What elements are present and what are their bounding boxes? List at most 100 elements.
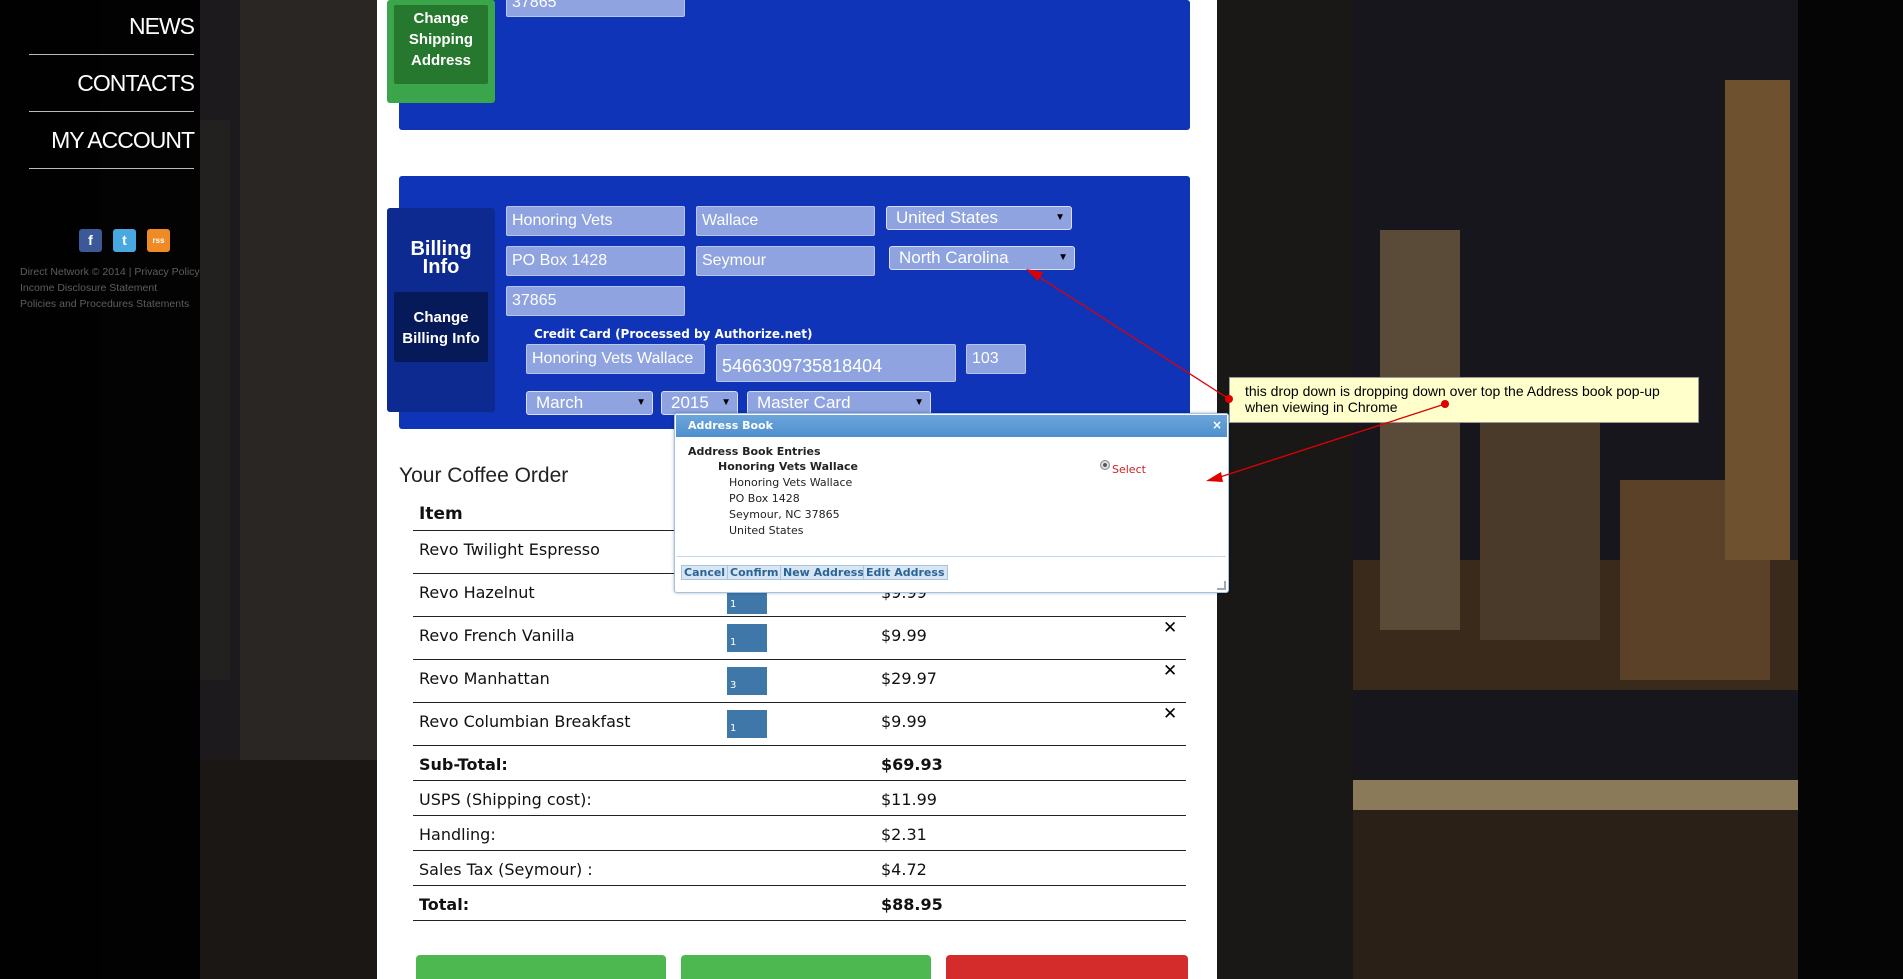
total-row: Total: $88.95 [413, 886, 1186, 921]
action-button-green-1[interactable] [416, 955, 666, 979]
billing-title-text: Info [422, 256, 460, 278]
chevron-down-icon: ▼ [636, 397, 646, 408]
table-row: Revo Manhattan $29.97 [413, 660, 1186, 703]
change-shipping-label: Change [413, 10, 469, 27]
twitter-icon[interactable]: t [113, 229, 136, 252]
nav-my-account[interactable]: MY ACCOUNT [28, 127, 195, 154]
remove-item-icon[interactable]: ✕ [1163, 661, 1177, 681]
nav-divider [29, 54, 194, 55]
address-book-dialog: Address Book × Address Book Entries Hono… [674, 413, 1229, 593]
exp-month-select[interactable]: March ▼ [526, 391, 653, 415]
row-item-price: $29.97 [881, 669, 937, 688]
remove-item-icon[interactable]: ✕ [1163, 704, 1177, 724]
nav-divider [29, 111, 194, 112]
confirm-button[interactable]: Confirm [727, 565, 782, 580]
quantity-field[interactable]: 1 [727, 710, 767, 738]
annotation-line: this drop down is dropping down over top… [1245, 383, 1660, 399]
quantity-field[interactable]: 3 [727, 667, 767, 695]
address-line: United States [729, 524, 804, 537]
card-type-value: Master Card [757, 393, 851, 412]
sales-tax-label: Sales Tax (Seymour) : [419, 860, 593, 879]
billing-last-name-field[interactable]: Wallace [696, 206, 875, 236]
order-title: Your Coffee Order [399, 464, 569, 487]
action-button-green-2[interactable] [681, 955, 931, 979]
nav-contacts[interactable]: CONTACTS [28, 70, 195, 97]
sales-tax-value: $4.72 [881, 860, 927, 879]
shipping-zip-field[interactable]: 37865 [506, 0, 685, 17]
dialog-titlebar: Address Book × [676, 415, 1227, 437]
shipping-panel [399, 0, 1190, 130]
cc-cvv-field[interactable]: 103 [966, 344, 1026, 374]
shipping-cost-row: USPS (Shipping cost): $11.99 [413, 781, 1186, 816]
select-address-radio[interactable] [1100, 460, 1110, 470]
change-shipping-label: Address [410, 52, 472, 69]
change-billing-label: Billing Info [402, 330, 480, 347]
billing-state-select[interactable]: North Carolina ▼ [889, 246, 1075, 270]
billing-zip-field[interactable]: 37865 [506, 286, 685, 316]
change-billing-button[interactable]: Change Billing Info [394, 292, 488, 362]
annotation-line: when viewing in Chrome [1245, 399, 1398, 415]
card-type-select[interactable]: Master Card ▼ [747, 391, 931, 415]
nav-divider [29, 168, 194, 169]
dialog-divider [677, 556, 1226, 557]
row-item-name: Revo French Vanilla [419, 626, 575, 645]
billing-state-value: North Carolina [899, 248, 1009, 267]
subtotal-row: Sub-Total: $69.93 [413, 746, 1186, 781]
handling-value: $2.31 [881, 825, 927, 844]
row-item-price: $9.99 [881, 626, 927, 645]
handling-label: Handling: [419, 825, 496, 844]
exp-year-select[interactable]: 2015 ▼ [661, 391, 738, 415]
resize-handle-icon[interactable] [1217, 581, 1226, 590]
billing-country-select[interactable]: United States ▼ [886, 206, 1072, 230]
select-address-label[interactable]: Select [1112, 463, 1146, 476]
remove-item-icon[interactable]: ✕ [1163, 618, 1177, 638]
new-address-button[interactable]: New Address [780, 565, 867, 580]
billing-address-field[interactable]: PO Box 1428 [506, 246, 685, 276]
subtotal-label: Sub-Total: [419, 755, 508, 774]
address-line: PO Box 1428 [729, 492, 800, 505]
row-item-name: Revo Twilight Espresso [419, 540, 600, 559]
facebook-icon[interactable]: f [79, 229, 102, 252]
change-billing-label: Change [413, 309, 469, 326]
table-row: Revo French Vanilla $9.99 [413, 617, 1186, 660]
row-item-name: Revo Manhattan [419, 669, 550, 688]
exp-month-value: March [536, 393, 584, 412]
exp-year-value: 2015 [671, 393, 709, 412]
footer-policies[interactable]: Policies and Procedures Statements [20, 298, 189, 310]
address-line: Honoring Vets Wallace [729, 476, 853, 489]
edit-address-button[interactable]: Edit Address [863, 565, 948, 580]
chevron-down-icon: ▼ [1058, 252, 1068, 263]
quantity-field[interactable]: 1 [727, 624, 767, 652]
total-label: Total: [419, 895, 470, 914]
change-shipping-button[interactable]: Change Shipping Address [394, 5, 488, 84]
footer-income-disclosure[interactable]: Income Disclosure Statement [20, 282, 157, 294]
cc-name-field[interactable]: Honoring Vets Wallace [526, 344, 705, 374]
chevron-down-icon: ▼ [914, 397, 924, 408]
annotation-note: this drop down is dropping down over top… [1229, 377, 1699, 423]
sales-tax-row: Sales Tax (Seymour) : $4.72 [413, 851, 1186, 886]
cancel-button[interactable]: Cancel [681, 565, 729, 580]
billing-info-title: Billing Info [387, 239, 495, 278]
handling-row: Handling: $2.31 [413, 816, 1186, 851]
address-entry-name: Honoring Vets Wallace [718, 460, 858, 473]
rss-icon[interactable]: rss [147, 229, 170, 252]
subtotal-value: $69.93 [881, 755, 943, 774]
billing-country-value: United States [896, 208, 999, 227]
billing-city-field[interactable]: Seymour [696, 246, 875, 276]
address-line: Seymour, NC 37865 [729, 508, 840, 521]
row-item-price: $9.99 [881, 712, 927, 731]
dialog-title: Address Book [688, 419, 773, 432]
billing-first-name-field[interactable]: Honoring Vets [506, 206, 685, 236]
footer-copyright[interactable]: Direct Network © 2014 | Privacy Policy [20, 266, 200, 278]
action-button-red[interactable] [946, 955, 1188, 979]
total-value: $88.95 [881, 895, 943, 914]
address-book-section: Address Book Entries [688, 445, 821, 458]
row-item-name: Revo Columbian Breakfast [419, 712, 631, 731]
chevron-down-icon: ▼ [1055, 212, 1065, 223]
cc-number-field[interactable]: 5466309735818404 [716, 344, 956, 382]
shipping-cost-label: USPS (Shipping cost): [419, 790, 592, 809]
close-icon[interactable]: × [1212, 418, 1222, 432]
table-row: Revo Columbian Breakfast $9.99 [413, 703, 1186, 746]
header-item: Item [419, 504, 463, 524]
nav-news[interactable]: NEWS [28, 13, 195, 40]
